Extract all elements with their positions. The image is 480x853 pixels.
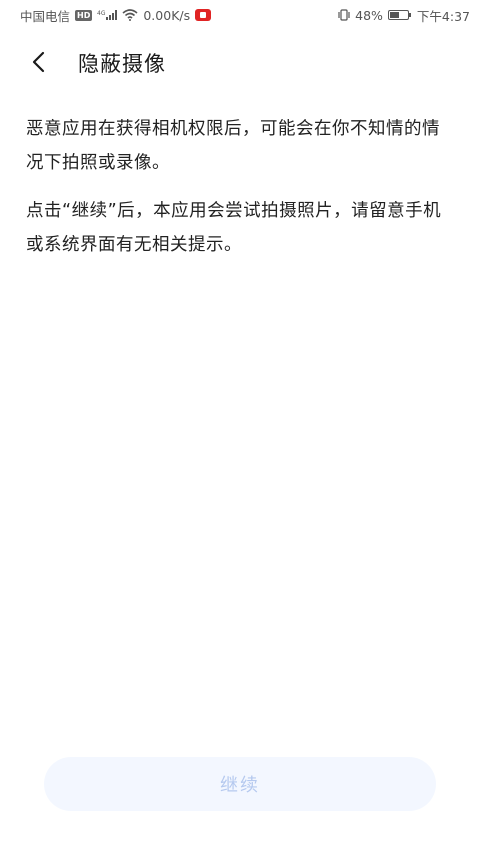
status-bar: 中国电信 HD 4G 0.00K/s 48% 下午4:37 <box>0 0 480 30</box>
status-left: 中国电信 HD 4G 0.00K/s <box>20 6 212 25</box>
clock-time: 下午4:37 <box>416 8 470 24</box>
page-title: 隐蔽摄像 <box>78 52 166 76</box>
carrier-name: 中国电信 <box>20 8 71 24</box>
network-speed: 0.00K/s <box>143 7 191 23</box>
description-section: 恶意应用在获得相机权限后，可能会在你不知情的情况下拍照或录像。 点击“继续”后，… <box>26 112 446 276</box>
continue-button[interactable]: 继续 <box>44 757 436 811</box>
description-paragraph-2: 点击“继续”后，本应用会尝试拍摄照片，请留意手机或系统界面有无相关提示。 <box>26 201 442 255</box>
app-header: 隐蔽摄像 <box>0 38 480 86</box>
status-right: 48% 下午4:37 <box>338 6 470 25</box>
battery-icon <box>387 9 412 21</box>
screen-recording-icon <box>195 9 212 21</box>
vibrate-icon <box>338 9 350 21</box>
network-type-label: 4G <box>97 10 106 17</box>
cellular-signal-icon: 4G <box>97 9 118 21</box>
hd-badge: HD <box>75 9 93 21</box>
battery-percent: 48% <box>355 7 383 23</box>
chevron-left-icon <box>32 51 45 73</box>
back-button[interactable] <box>26 50 50 74</box>
wifi-icon <box>122 9 138 21</box>
description-paragraph-1: 恶意应用在获得相机权限后，可能会在你不知情的情况下拍照或录像。 <box>26 119 440 173</box>
